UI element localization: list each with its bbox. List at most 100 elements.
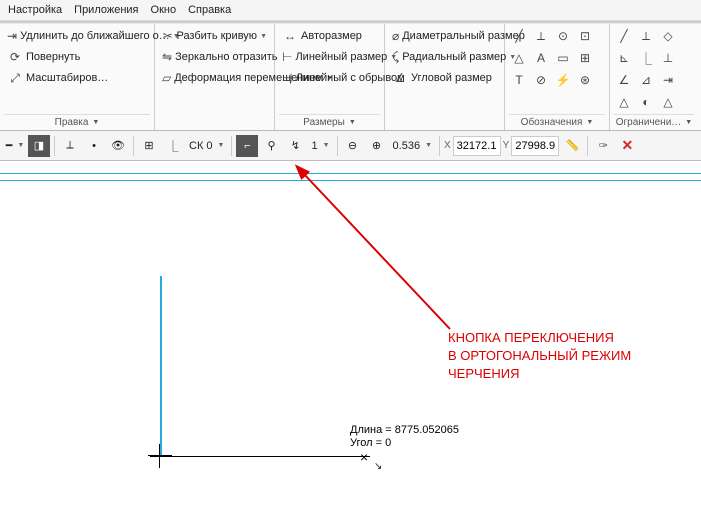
x-input[interactable] bbox=[453, 136, 501, 156]
lineardim-icon: ⊢ bbox=[282, 49, 292, 65]
sym-icon[interactable]: ⚡ bbox=[553, 70, 573, 90]
coord-system-dropdown[interactable]: СК 0 bbox=[186, 140, 227, 152]
eye-button[interactable]: 👁 bbox=[107, 135, 129, 157]
menu-item[interactable]: Справка bbox=[188, 4, 231, 16]
cursor-arrow-icon: ↘ bbox=[374, 461, 382, 472]
con-icon[interactable]: ╱ bbox=[614, 26, 634, 46]
deform-icon: ▱ bbox=[162, 70, 171, 86]
angular-dim-button[interactable]: ∠ Угловой размер bbox=[389, 68, 500, 88]
axis-tick bbox=[159, 444, 160, 468]
label: Повернуть bbox=[26, 51, 80, 63]
ucs-button[interactable]: ⎿ bbox=[162, 135, 184, 157]
sym-icon[interactable]: ⊞ bbox=[575, 48, 595, 68]
extend-icon: ⇥ bbox=[7, 28, 17, 44]
y-input[interactable] bbox=[511, 136, 559, 156]
label: Угловой размер bbox=[411, 72, 492, 84]
drawn-line-vertical bbox=[160, 276, 162, 456]
grid-button[interactable]: ⊞ bbox=[138, 135, 160, 157]
menu-item[interactable]: Окно bbox=[151, 4, 177, 16]
split-icon: ✂ bbox=[162, 28, 173, 44]
step-dropdown[interactable]: 1 bbox=[308, 140, 332, 152]
x-label: X bbox=[444, 140, 451, 151]
sym-icon[interactable]: T bbox=[509, 70, 529, 90]
scale-icon: ⤢ bbox=[7, 70, 23, 86]
con-icon[interactable]: ⎿ bbox=[636, 48, 656, 68]
split-curve-button[interactable]: ✂ Разбить кривую ▼ bbox=[159, 26, 270, 46]
diameter-dim-button[interactable]: ⌀ Диаметральный размер bbox=[389, 26, 500, 46]
label: Масштабиров… bbox=[26, 72, 108, 84]
sym-icon[interactable]: ⊙ bbox=[553, 26, 573, 46]
label: Авторазмер bbox=[301, 30, 362, 42]
con-icon[interactable]: ◇ bbox=[658, 26, 678, 46]
linestyle-dropdown[interactable]: ━ bbox=[4, 135, 26, 157]
con-icon[interactable]: ⊥ bbox=[658, 48, 678, 68]
radial-dim-button[interactable]: ⤹ Радиальный размер ▼ bbox=[389, 47, 500, 67]
toolbar: ━ ◨ ⟂ • 👁 ⊞ ⎿ СК 0 ⌐ ⚲ ↯ 1 ⊖ ⊕ 0.536 X Y… bbox=[0, 131, 701, 161]
rotate-icon: ⟳ bbox=[7, 49, 23, 65]
label: Радиальный размер bbox=[402, 51, 506, 63]
linearbreak-icon: ⊣ bbox=[282, 70, 292, 86]
con-icon[interactable]: ⇥ bbox=[658, 70, 678, 90]
con-icon[interactable]: △ bbox=[614, 92, 634, 112]
linear-dim-button[interactable]: ⊢ Линейный размер ▼ bbox=[279, 47, 380, 67]
sym-icon[interactable]: ⟂ bbox=[531, 26, 551, 46]
con-icon[interactable]: ∠ bbox=[614, 70, 634, 90]
con-icon[interactable]: △ bbox=[658, 92, 678, 112]
autodim-icon: ↔ bbox=[282, 28, 298, 44]
deform-button[interactable]: ▱ Деформация перемещением ▼ bbox=[159, 68, 270, 88]
track-button[interactable]: ↯ bbox=[284, 135, 306, 157]
menu-item[interactable]: Настройка bbox=[8, 4, 62, 16]
con-icon[interactable]: ⟂ bbox=[636, 26, 656, 46]
close-button[interactable]: ✕ bbox=[616, 135, 638, 157]
mirror-icon: ⇋ bbox=[162, 49, 172, 65]
rotate-button[interactable]: ⟳ Повернуть bbox=[4, 47, 150, 67]
zoom-out-button[interactable]: ⊖ bbox=[342, 135, 364, 157]
drawn-line-horizontal bbox=[150, 456, 370, 457]
panel-title[interactable]: Ограничени…▼ bbox=[614, 114, 694, 130]
label: Зеркально отразить bbox=[175, 51, 277, 63]
y-label: Y bbox=[503, 140, 510, 151]
sym-icon[interactable]: ▭ bbox=[553, 48, 573, 68]
auto-dim-button[interactable]: ↔ Авторазмер bbox=[279, 26, 380, 46]
sym-icon[interactable]: A bbox=[531, 48, 551, 68]
zoom-in-button[interactable]: ⊕ bbox=[366, 135, 388, 157]
snap-button[interactable]: ⚲ bbox=[260, 135, 282, 157]
sym-icon[interactable]: ⊘ bbox=[531, 70, 551, 90]
diameter-icon: ⌀ bbox=[392, 28, 399, 44]
sym-icon[interactable]: ╱ bbox=[509, 26, 529, 46]
label: Линейный размер bbox=[295, 51, 387, 63]
panel-edit-left: ⇥ Удлинить до ближайшего о… ▼ ⟳ Повернут… bbox=[0, 24, 155, 130]
menu-bar: Настройка Приложения Окно Справка bbox=[0, 0, 701, 21]
zoom-value[interactable]: 0.536 bbox=[390, 140, 435, 152]
angular-icon: ∠ bbox=[392, 70, 408, 86]
panel-dim-left: ↔ Авторазмер ⊢ Линейный размер ▼ ⊣ Линей… bbox=[275, 24, 385, 130]
extend-button[interactable]: ⇥ Удлинить до ближайшего о… ▼ bbox=[4, 26, 150, 46]
panel-constraints: ╱ ⟂ ◇ ⊾ ⎿ ⊥ ∠ ⊿ ⇥ △ ◐ △ Ограничени…▼ bbox=[610, 24, 698, 130]
drawing-canvas[interactable]: × ↘ Длина = 8775.052065 Угол = 0 КНОПКА … bbox=[0, 161, 701, 505]
con-icon[interactable]: ⊾ bbox=[614, 48, 634, 68]
scale-button[interactable]: ⤢ Масштабиров… bbox=[4, 68, 150, 88]
ortho-mode-button[interactable]: ⌐ bbox=[236, 135, 258, 157]
menu-item[interactable]: Приложения bbox=[74, 4, 138, 16]
sym-icon[interactable]: ⊡ bbox=[575, 26, 595, 46]
mirror-button[interactable]: ⇋ Зеркально отразить bbox=[159, 47, 270, 67]
con-icon[interactable]: ◐ bbox=[636, 92, 656, 112]
sym-icon[interactable]: ⊛ bbox=[575, 70, 595, 90]
eyedropper-button[interactable]: ✑ bbox=[592, 135, 614, 157]
perp-snap-button[interactable]: ⟂ bbox=[59, 135, 81, 157]
measure-button[interactable]: 📏 bbox=[561, 135, 583, 157]
linear-break-button[interactable]: ⊣ Линейный с обрывом bbox=[279, 68, 380, 88]
con-icon[interactable]: ⊿ bbox=[636, 70, 656, 90]
point-snap-button[interactable]: • bbox=[83, 135, 105, 157]
sym-icon[interactable]: △ bbox=[509, 48, 529, 68]
ribbon: ⇥ Удлинить до ближайшего о… ▼ ⟳ Повернут… bbox=[0, 24, 701, 131]
panel-symbols: ╱ ⟂ ⊙ ⊡ △ A ▭ ⊞ T ⊘ ⚡ ⊛ Обозначения▼ bbox=[505, 24, 610, 130]
length-readout: Длина = 8775.052065 bbox=[350, 424, 459, 436]
panel-title[interactable]: Размеры▼ bbox=[279, 114, 380, 130]
panel-dim-right: ⌀ Диаметральный размер ⤹ Радиальный разм… bbox=[385, 24, 505, 130]
panel-title[interactable]: Обозначения▼ bbox=[509, 114, 605, 130]
panel-title[interactable]: Правка▼ bbox=[4, 114, 150, 130]
eraser-button[interactable]: ◨ bbox=[28, 135, 50, 157]
axis-tick bbox=[148, 455, 172, 456]
panel-edit-right: ✂ Разбить кривую ▼ ⇋ Зеркально отразить … bbox=[155, 24, 275, 130]
